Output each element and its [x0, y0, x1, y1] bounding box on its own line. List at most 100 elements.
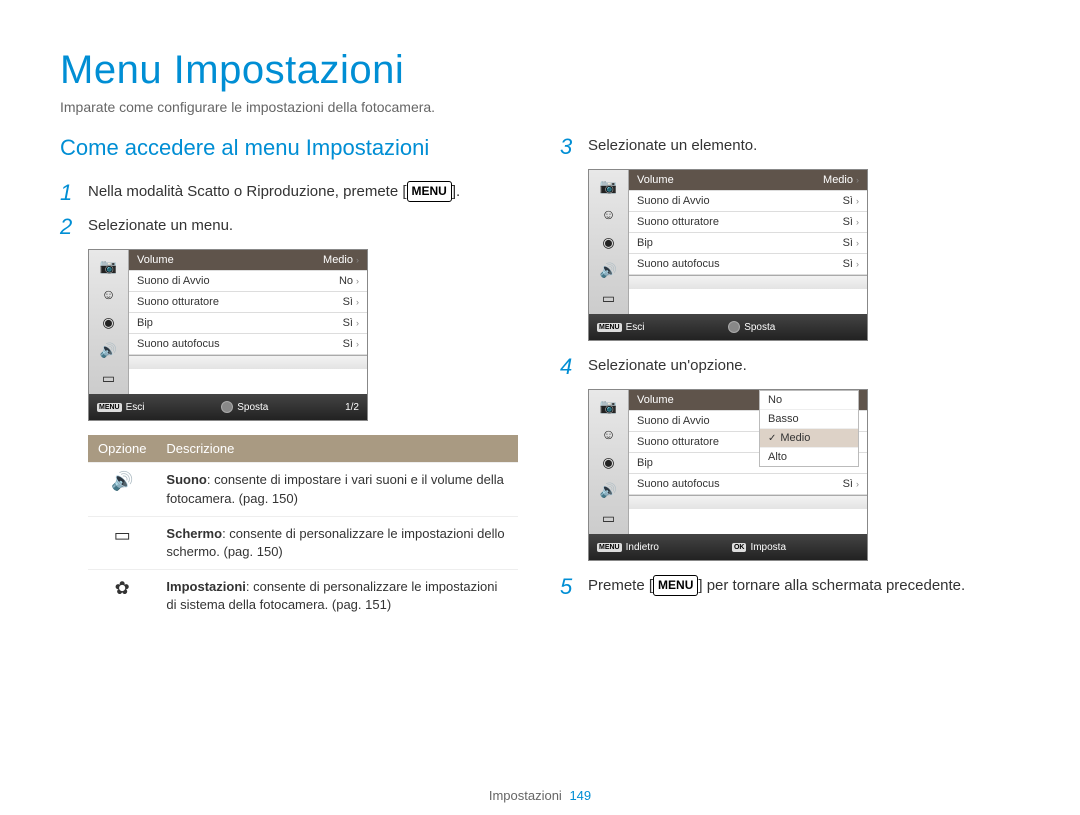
sound-icon: 🔊	[598, 260, 620, 280]
list-row: Bip Sì›	[129, 313, 367, 334]
chevron-right-icon: ›	[356, 318, 359, 328]
row-label: Bip	[137, 317, 153, 329]
screen-footer: MENU Esci Sposta 1/2	[89, 394, 367, 420]
row-value: Sì›	[843, 478, 859, 490]
step-text: Selezionate un'opzione.	[588, 355, 747, 376]
foot-exit-label: Esci	[126, 402, 145, 413]
camera-icon: 📷	[98, 256, 120, 276]
section-heading: Come accedere al menu Impostazioni	[60, 135, 520, 161]
row-label: Volume	[637, 174, 674, 186]
step-4: 4 Selezionate un'opzione.	[560, 355, 1020, 379]
sound-icon: 🔊	[98, 340, 120, 360]
row-label: Suono otturatore	[637, 216, 719, 228]
camera-icon: 📷	[598, 176, 620, 196]
row-label: Suono di Avvio	[637, 195, 710, 207]
screen-side-tabs: 📷 ☺ ◉ 🔊 ▭	[589, 390, 629, 534]
option-title: Schermo	[166, 526, 222, 541]
page-footer: Impostazioni 149	[0, 788, 1080, 803]
dpad-icon	[221, 401, 233, 413]
list-row: Suono otturatore Sì›	[129, 292, 367, 313]
row-label: Bip	[637, 237, 653, 249]
menu-chip: MENU	[597, 543, 622, 552]
menu-chip: MENU	[97, 403, 122, 412]
ok-chip: OK	[732, 543, 747, 552]
options-col-description: Descrizione	[156, 435, 518, 463]
option-desc: Suono: consente di impostare i vari suon…	[156, 463, 518, 516]
row-value: Sì›	[843, 237, 859, 249]
dpad-icon	[728, 321, 740, 333]
camera-icon: 📷	[598, 396, 620, 416]
options-col-option: Opzione	[88, 435, 156, 463]
row-label: Volume	[137, 254, 174, 266]
list-row: Bip Sì›	[629, 233, 867, 254]
option-row-sound: 🔊 Suono: consente di impostare i vari su…	[88, 463, 518, 516]
menu-button-label: MENU	[653, 575, 698, 596]
step-text: Selezionate un elemento.	[588, 135, 757, 156]
option-row-settings: ✿ Impostazioni: consente di personalizza…	[88, 570, 518, 623]
row-value: Sì›	[843, 216, 859, 228]
chevron-right-icon: ›	[356, 276, 359, 286]
foot-set-label: Imposta	[750, 542, 786, 553]
option-title: Impostazioni	[166, 579, 245, 594]
chevron-right-icon: ›	[856, 217, 859, 227]
list-row: Suono di Avvio Sì›	[629, 191, 867, 212]
option-row-display: ▭ Schermo: consente di personalizzare le…	[88, 516, 518, 569]
row-value: Sì›	[843, 195, 859, 207]
chevron-right-icon: ›	[856, 259, 859, 269]
face-icon: ☺	[598, 424, 620, 444]
option-popup: No Basso Medio Alto	[759, 390, 859, 467]
row-value: Sì›	[343, 317, 359, 329]
list-row: Suono otturatore Sì›	[629, 212, 867, 233]
row-value-text: Sì	[343, 296, 353, 308]
row-value: Medio›	[823, 174, 859, 186]
chevron-right-icon: ›	[356, 255, 359, 265]
screen-footer: MENU Indietro OKImposta	[589, 534, 867, 560]
footer-section: Impostazioni	[489, 788, 562, 803]
page-subtitle: Imparate come configurare le impostazion…	[60, 99, 1020, 115]
list-row: Suono autofocus Sì›	[629, 254, 867, 275]
row-label: Suono di Avvio	[637, 415, 710, 427]
option-title: Suono	[166, 472, 206, 487]
step-pre: Premete [	[588, 577, 653, 594]
foot-move-label: Sposta	[237, 402, 268, 413]
menu-chip: MENU	[597, 323, 622, 332]
list-row: Suono di Avvio No›	[129, 271, 367, 292]
chevron-right-icon: ›	[856, 479, 859, 489]
popup-item: Basso	[760, 410, 858, 429]
row-label: Suono otturatore	[637, 436, 719, 448]
page-indicator: 1/2	[345, 402, 359, 413]
row-value-text: Medio	[323, 254, 353, 266]
row-value-text: No	[339, 275, 353, 287]
row-label: Bip	[637, 457, 653, 469]
row-value-text: Sì	[843, 478, 853, 490]
display-icon: ▭	[88, 516, 156, 569]
list-row: Suono autofocus Sì›	[629, 474, 867, 495]
option-desc: Schermo: consente di personalizzare le i…	[156, 516, 518, 569]
row-label: Volume	[637, 394, 674, 406]
step-pre: Nella modalità Scatto o Riproduzione, pr…	[88, 183, 407, 200]
display-icon: ▭	[598, 288, 620, 308]
row-label: Suono autofocus	[137, 338, 220, 350]
row-value-text: Sì	[843, 237, 853, 249]
row-value-text: Sì	[343, 338, 353, 350]
row-value-text: Sì	[843, 216, 853, 228]
screen-side-tabs: 📷 ☺ ◉ 🔊 ▭	[89, 250, 129, 394]
row-label: Suono di Avvio	[137, 275, 210, 287]
row-label: Suono autofocus	[637, 258, 720, 270]
list-row: Volume Medio›	[629, 170, 867, 191]
row-label: Suono autofocus	[637, 478, 720, 490]
step-number: 1	[60, 181, 88, 205]
display-icon: ▭	[98, 368, 120, 388]
chevron-right-icon: ›	[856, 238, 859, 248]
step-2: 2 Selezionate un menu.	[60, 215, 520, 239]
menu-button-label: MENU	[407, 181, 452, 202]
step-number: 3	[560, 135, 588, 159]
screen-footer: MENUEsci Sposta	[589, 314, 867, 340]
foot-back-label: Indietro	[626, 542, 659, 553]
display-icon: ▭	[598, 508, 620, 528]
step-number: 5	[560, 575, 588, 599]
page-title: Menu Impostazioni	[60, 48, 1020, 93]
footer-page-number: 149	[569, 788, 591, 803]
foot-move-label: Sposta	[744, 322, 775, 333]
row-value-text: Sì	[843, 195, 853, 207]
